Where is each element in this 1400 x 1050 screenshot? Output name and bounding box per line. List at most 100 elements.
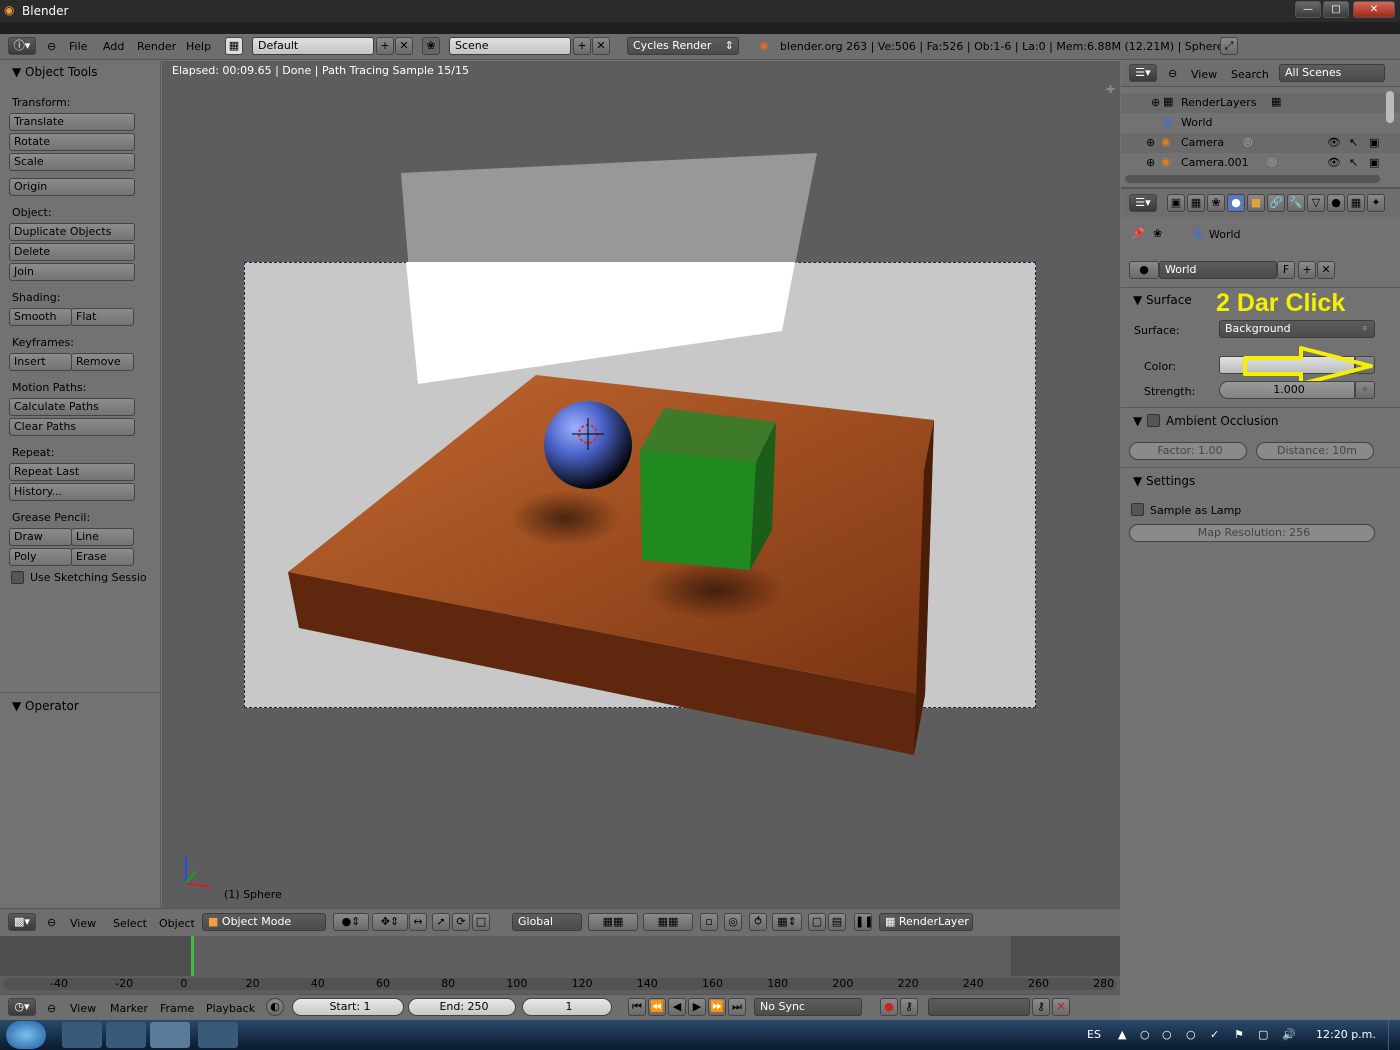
- rotate-button[interactable]: Rotate: [9, 133, 135, 151]
- erase-button[interactable]: Erase: [71, 548, 134, 566]
- history-button[interactable]: History...: [9, 483, 135, 501]
- firefox-icon[interactable]: [106, 1022, 146, 1048]
- jump-keyframe-back-icon[interactable]: ⏪: [648, 998, 666, 1016]
- sync-select[interactable]: No Sync: [754, 998, 862, 1016]
- remove-scene-icon[interactable]: ✕: [592, 37, 610, 55]
- menu-select[interactable]: Select: [113, 917, 147, 930]
- mode-select[interactable]: ■ Object Mode: [202, 913, 326, 931]
- repeat-last-button[interactable]: Repeat Last: [9, 463, 135, 481]
- layers-grid-1[interactable]: ▦▦: [588, 913, 638, 931]
- add-scene-icon[interactable]: +: [573, 37, 591, 55]
- list-item[interactable]: ⊕ ▦ RenderLayers ▦: [1121, 93, 1400, 113]
- menu-render[interactable]: Render: [137, 40, 176, 53]
- menu-view[interactable]: View: [70, 1002, 96, 1015]
- eye-icon[interactable]: 👁: [1327, 136, 1341, 149]
- scale-manipulator-icon[interactable]: □: [472, 913, 490, 931]
- constraints-tab-icon[interactable]: 🔗: [1267, 194, 1285, 212]
- list-item[interactable]: ⊕ ◉ Camera.001 ◎ 👁 ↖ ▣: [1121, 153, 1400, 173]
- paint-icon[interactable]: [198, 1022, 238, 1048]
- strength-socket-button[interactable]: ◦: [1355, 381, 1375, 399]
- menu-file[interactable]: File: [69, 40, 87, 53]
- settings-panel-header[interactable]: ▼ Settings: [1133, 474, 1195, 488]
- close-button[interactable]: ✕: [1353, 1, 1395, 18]
- start-button[interactable]: [6, 1021, 46, 1049]
- record-icon[interactable]: ●: [880, 998, 898, 1016]
- end-frame-field[interactable]: End: 250: [408, 998, 516, 1016]
- list-item[interactable]: ● World: [1121, 113, 1400, 133]
- cursor-select-icon[interactable]: ↖: [1349, 156, 1358, 169]
- pause-icon[interactable]: ❚❚: [854, 913, 873, 931]
- show-desktop-button[interactable]: [1388, 1020, 1400, 1050]
- render-layer-select[interactable]: ▦ RenderLayer: [879, 913, 973, 931]
- menu-marker[interactable]: Marker: [110, 1002, 148, 1015]
- play-reverse-icon[interactable]: ◀: [668, 998, 686, 1016]
- world-tab-icon[interactable]: ●: [1227, 194, 1245, 212]
- unlink-world-icon[interactable]: ✕: [1317, 261, 1335, 279]
- render-camera-icon[interactable]: ▣: [1369, 136, 1379, 149]
- scene-tab-icon[interactable]: ❀: [1207, 194, 1225, 212]
- start-frame-field[interactable]: Start: 1: [292, 998, 404, 1016]
- keying-set-icon[interactable]: ⚷: [900, 998, 918, 1016]
- scene-icon[interactable]: ❀: [422, 37, 440, 55]
- network-icon[interactable]: ○: [1140, 1028, 1150, 1041]
- messenger-icon[interactable]: ○: [1186, 1028, 1196, 1041]
- ao-panel-header[interactable]: ▼: [1133, 414, 1142, 428]
- object-tab-icon[interactable]: ■: [1247, 194, 1265, 212]
- maximize-button[interactable]: □: [1323, 1, 1349, 18]
- insert-keyframe-icon[interactable]: ⚷: [1032, 998, 1050, 1016]
- surface-shader-select[interactable]: Background ◦: [1219, 320, 1375, 338]
- lock-layers-icon[interactable]: ▫: [700, 913, 718, 931]
- collapse-icon[interactable]: ⊖: [47, 40, 56, 53]
- preview-range-icon[interactable]: ◐: [266, 998, 284, 1016]
- security-icon[interactable]: ✓: [1210, 1028, 1219, 1041]
- menu-help[interactable]: Help: [186, 40, 211, 53]
- modifiers-tab-icon[interactable]: 🔧: [1287, 194, 1305, 212]
- world-browse-icon[interactable]: ●: [1129, 261, 1159, 279]
- operator-header[interactable]: ▼ Operator: [12, 699, 79, 713]
- orientation-select[interactable]: Global: [512, 913, 582, 931]
- menu-view[interactable]: View: [1191, 68, 1217, 81]
- menu-object[interactable]: Object: [159, 917, 195, 930]
- scale-button[interactable]: Scale: [9, 153, 135, 171]
- show-hidden-icons-icon[interactable]: ▲: [1118, 1028, 1126, 1041]
- update-icon[interactable]: ○: [1162, 1028, 1172, 1041]
- timeline-editor-icon[interactable]: ◷▾: [8, 998, 36, 1016]
- expand-icon[interactable]: ⊕: [1146, 136, 1155, 149]
- delete-keyframe-icon[interactable]: ✕: [1052, 998, 1070, 1016]
- current-frame-field[interactable]: 1: [522, 998, 612, 1016]
- language-indicator[interactable]: ES: [1087, 1028, 1101, 1041]
- viewport-shading-select[interactable]: ●⇕: [333, 913, 369, 931]
- render-tab-icon[interactable]: ▣: [1167, 194, 1185, 212]
- duplicate-objects-button[interactable]: Duplicate Objects: [9, 223, 135, 241]
- render-engine-select[interactable]: Cycles Render ⇕: [627, 37, 739, 55]
- volume-icon[interactable]: 🔊: [1282, 1028, 1296, 1041]
- jump-end-icon[interactable]: ⏭: [728, 998, 746, 1016]
- world-name-field[interactable]: World: [1159, 261, 1277, 279]
- render-layers-tab-icon[interactable]: ▦: [1187, 194, 1205, 212]
- menu-search[interactable]: Search: [1231, 68, 1269, 81]
- ao-checkbox[interactable]: [1147, 414, 1160, 427]
- expand-icon[interactable]: ⊕: [1146, 156, 1155, 169]
- manipulator-toggle[interactable]: ↔: [409, 913, 427, 931]
- scene-field[interactable]: Scene: [449, 37, 571, 55]
- poly-button[interactable]: Poly: [9, 548, 72, 566]
- eye-icon[interactable]: 👁: [1327, 156, 1341, 169]
- fake-user-button[interactable]: F: [1277, 261, 1295, 279]
- snap-toggle-icon[interactable]: ⥀: [749, 913, 767, 931]
- sketching-checkbox[interactable]: [11, 571, 24, 584]
- timeline[interactable]: -40 -20 0 20 40 60 80 100 120 140 160 180 200 220 240 2…: [0, 936, 1120, 994]
- insert-button[interactable]: Insert: [9, 353, 72, 371]
- data-tab-icon[interactable]: ▽: [1307, 194, 1325, 212]
- cursor-select-icon[interactable]: ↖: [1349, 136, 1358, 149]
- clear-paths-button[interactable]: Clear Paths: [9, 418, 135, 436]
- fullscreen-icon[interactable]: ⤢: [1220, 37, 1238, 55]
- jump-keyframe-forward-icon[interactable]: ⏩: [708, 998, 726, 1016]
- render-icon[interactable]: ▢: [808, 913, 826, 931]
- list-item[interactable]: ⊕ ◉ Camera ◎ 👁 ↖ ▣: [1121, 133, 1400, 153]
- minimize-button[interactable]: —: [1295, 1, 1321, 18]
- translate-button[interactable]: Translate: [9, 113, 135, 131]
- snap-element-select[interactable]: ▦⇕: [772, 913, 802, 931]
- menu-view[interactable]: View: [70, 917, 96, 930]
- clock[interactable]: 12:20 p.m.: [1316, 1028, 1376, 1041]
- ao-factor-field[interactable]: Factor: 1.00: [1129, 442, 1247, 460]
